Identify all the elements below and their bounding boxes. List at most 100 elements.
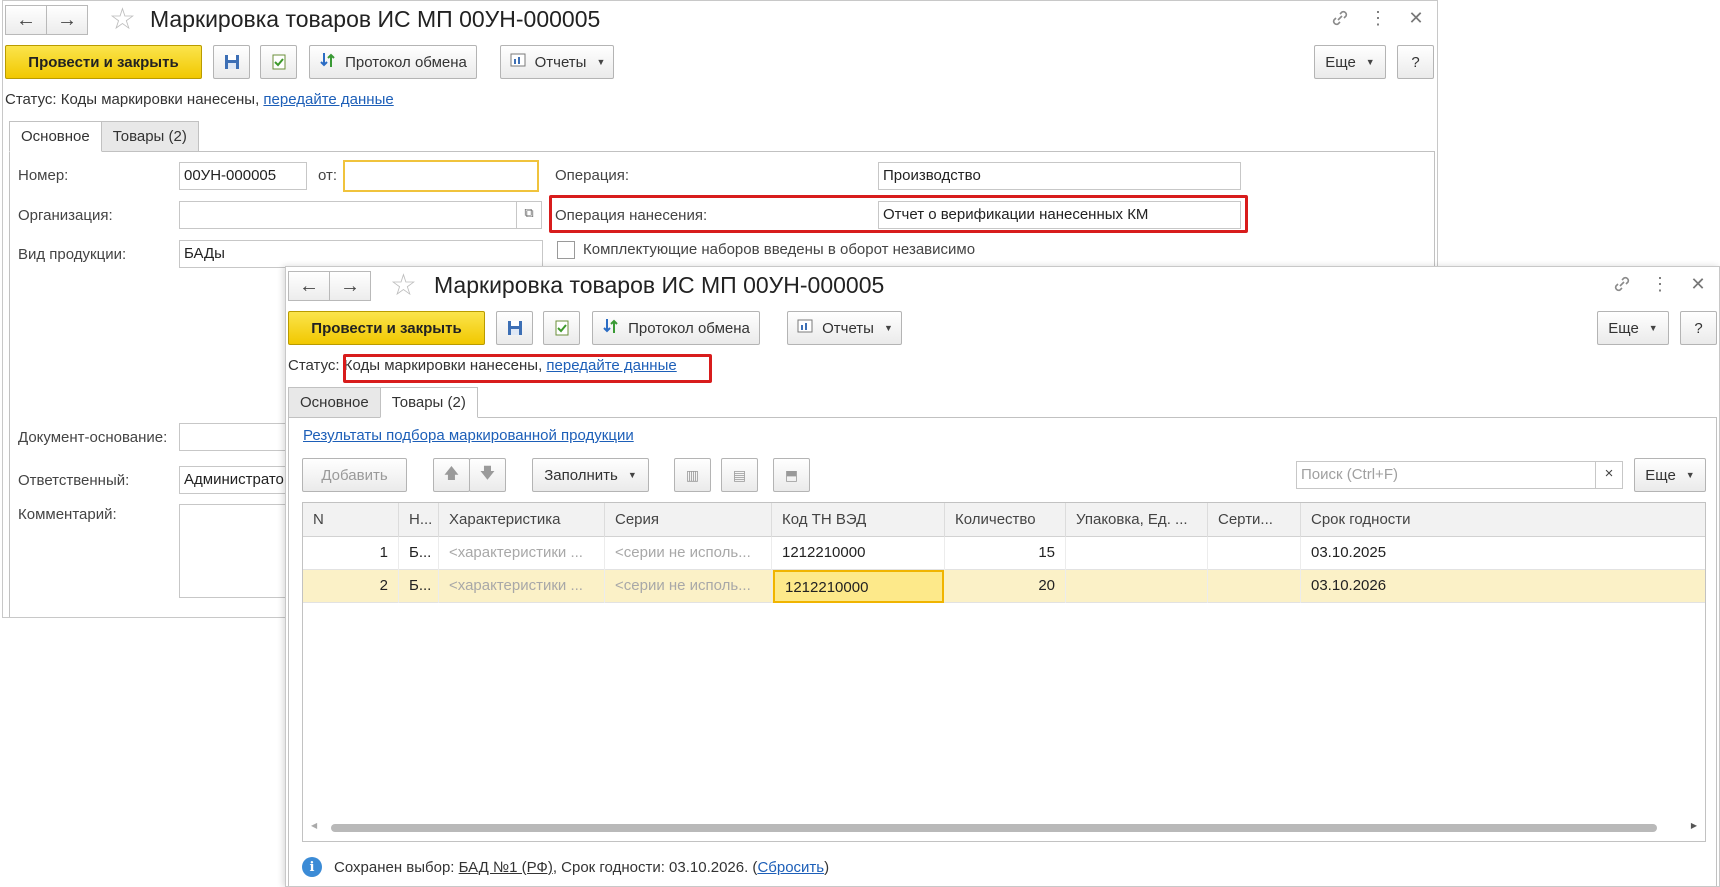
table-row[interactable]: 1 Б... <характеристики ... <серии не исп… <box>303 537 1705 570</box>
more-button[interactable]: Еще ▼ <box>1314 45 1386 79</box>
exchange-log-label: Протокол обмена <box>345 53 467 71</box>
back-button[interactable]: ← <box>5 5 47 35</box>
operation-field[interactable]: Производство <box>878 162 1241 190</box>
cell-characteristic: <характеристики ... <box>439 570 605 603</box>
product-type-label: Вид продукции: <box>18 246 127 263</box>
move-down-button[interactable]: 🡇 <box>469 458 506 492</box>
apply-operation-field[interactable]: Отчет о верификации нанесенных КМ <box>878 201 1241 229</box>
card-button[interactable]: ▤ <box>721 458 758 492</box>
toolbar: Провести и закрыть Протокол обмена Отчет… <box>286 311 1719 345</box>
close-icon[interactable]: ✕ <box>1687 273 1709 295</box>
column-header-expiry[interactable]: Срок годности <box>1301 503 1707 537</box>
basis-document-field[interactable] <box>179 423 299 451</box>
search-clear-icon[interactable]: × <box>1595 461 1623 489</box>
cell-characteristic: <характеристики ... <box>439 537 605 570</box>
back-button[interactable]: ← <box>288 271 330 301</box>
column-header-certificate[interactable]: Серти... <box>1208 503 1301 537</box>
nav-buttons: ← → <box>288 271 371 301</box>
link-icon[interactable] <box>1329 7 1351 29</box>
favorite-star-icon[interactable]: ☆ <box>109 4 136 36</box>
column-header-name[interactable]: Н... <box>399 503 439 537</box>
chevron-down-icon: ▼ <box>627 470 637 480</box>
save-button[interactable] <box>496 311 533 345</box>
column-header-tnved[interactable]: Код ТН ВЭД <box>772 503 945 537</box>
organization-field[interactable] <box>179 201 519 229</box>
horizontal-scrollbar[interactable]: ◀ ▶ <box>311 821 1697 833</box>
saved-selection-suffix: ) <box>824 858 830 876</box>
transfer-data-link[interactable]: передайте данные <box>263 91 393 108</box>
post-and-close-button[interactable]: Провести и закрыть <box>5 45 202 79</box>
status-label: Статус: <box>5 91 57 108</box>
scroll-right-icon[interactable]: ▶ <box>1691 821 1697 830</box>
status-label: Статус: <box>288 357 340 374</box>
reset-link[interactable]: Сбросить <box>757 859 824 876</box>
post-button[interactable] <box>543 311 580 345</box>
column-header-characteristic[interactable]: Характеристика <box>439 503 605 537</box>
exchange-log-button[interactable]: Протокол обмена <box>592 311 760 345</box>
save-icon <box>224 55 239 69</box>
number-field[interactable]: 00УН-000005 <box>179 162 307 190</box>
column-header-n[interactable]: N <box>303 503 399 537</box>
column-header-quantity[interactable]: Количество <box>945 503 1066 537</box>
add-button[interactable]: Добавить <box>302 458 407 492</box>
close-icon[interactable]: ✕ <box>1405 7 1427 29</box>
exchange-log-button[interactable]: Протокол обмена <box>309 45 477 79</box>
more-button[interactable]: Еще ▼ <box>1597 311 1669 345</box>
cell-quantity: 15 <box>945 537 1066 570</box>
exchange-icon <box>319 51 337 73</box>
date-field[interactable] <box>343 160 539 192</box>
link-icon[interactable] <box>1611 273 1633 295</box>
cell-expiry: 03.10.2025 <box>1311 544 1387 561</box>
cell-tnved[interactable]: 1212210000 <box>773 570 944 603</box>
tab-main[interactable]: Основное <box>9 121 102 152</box>
favorite-star-icon[interactable]: ☆ <box>390 270 417 302</box>
operation-label: Операция: <box>555 167 630 184</box>
product-type-field[interactable]: БАДы <box>179 240 543 268</box>
more-vertical-icon[interactable]: ⋮ <box>1367 7 1389 29</box>
forward-button[interactable]: → <box>329 271 371 301</box>
scroll-left-icon[interactable]: ◀ <box>311 821 317 830</box>
forward-button[interactable]: → <box>46 5 88 35</box>
tab-goods[interactable]: Товары (2) <box>100 121 199 152</box>
more-label: Еще <box>1608 319 1639 337</box>
front-window: ← → ☆ Маркировка товаров ИС МП 00УН-0000… <box>285 266 1720 887</box>
chevron-down-icon: ▼ <box>596 57 606 67</box>
reports-button[interactable]: Отчеты ▼ <box>787 311 902 345</box>
chevron-down-icon: ▼ <box>1685 470 1695 480</box>
save-button[interactable] <box>213 45 250 79</box>
scrollbar-thumb[interactable] <box>331 824 1657 832</box>
column-header-package[interactable]: Упаковка, Ед. ... <box>1066 503 1208 537</box>
title-bar: ← → ☆ Маркировка товаров ИС МП 00УН-0000… <box>286 267 1719 307</box>
move-up-button[interactable]: 🡅 <box>433 458 470 492</box>
scanner-button[interactable]: ⬒ <box>773 458 810 492</box>
fill-button[interactable]: Заполнить ▼ <box>532 458 649 492</box>
responsible-field[interactable]: Администрато <box>179 466 299 494</box>
reports-label: Отчеты <box>822 319 874 337</box>
post-and-close-button[interactable]: Провести и закрыть <box>288 311 485 345</box>
status-line: Статус: Коды маркировки нанесены, переда… <box>5 91 394 108</box>
status-text: Коды маркировки нанесены, <box>60 91 260 108</box>
barcode-button[interactable]: ▥ <box>674 458 711 492</box>
transfer-data-link[interactable]: передайте данные <box>546 357 676 374</box>
post-button[interactable] <box>260 45 297 79</box>
comment-field[interactable] <box>179 504 299 598</box>
cell-series: <серии не исполь... <box>605 537 772 570</box>
selection-results-link[interactable]: Результаты подбора маркированной продукц… <box>303 427 634 444</box>
reports-button[interactable]: Отчеты ▼ <box>500 45 614 79</box>
help-button[interactable]: ? <box>1680 311 1717 345</box>
tab-goods[interactable]: Товары (2) <box>379 387 478 418</box>
cell-quantity: 20 <box>945 570 1066 603</box>
table-row[interactable]: 2 Б... <характеристики ... <серии не исп… <box>303 570 1705 603</box>
tab-main[interactable]: Основное <box>288 387 381 418</box>
saved-item-link[interactable]: БАД №1 (РФ) <box>459 859 553 876</box>
kit-checkbox[interactable] <box>557 241 575 259</box>
goods-table[interactable]: N Н... Характеристика Серия Код ТН ВЭД К… <box>302 502 1706 842</box>
more-vertical-icon[interactable]: ⋮ <box>1649 273 1671 295</box>
help-button[interactable]: ? <box>1397 45 1434 79</box>
post-document-icon <box>272 54 285 70</box>
saved-selection-bar: i Сохранен выбор: БАД №1 (РФ), Срок годн… <box>302 857 829 877</box>
search-input[interactable]: Поиск (Ctrl+F) <box>1296 461 1598 489</box>
column-header-series[interactable]: Серия <box>605 503 772 537</box>
open-icon[interactable]: ⧉ <box>516 201 542 229</box>
goods-more-button[interactable]: Еще ▼ <box>1634 458 1706 492</box>
